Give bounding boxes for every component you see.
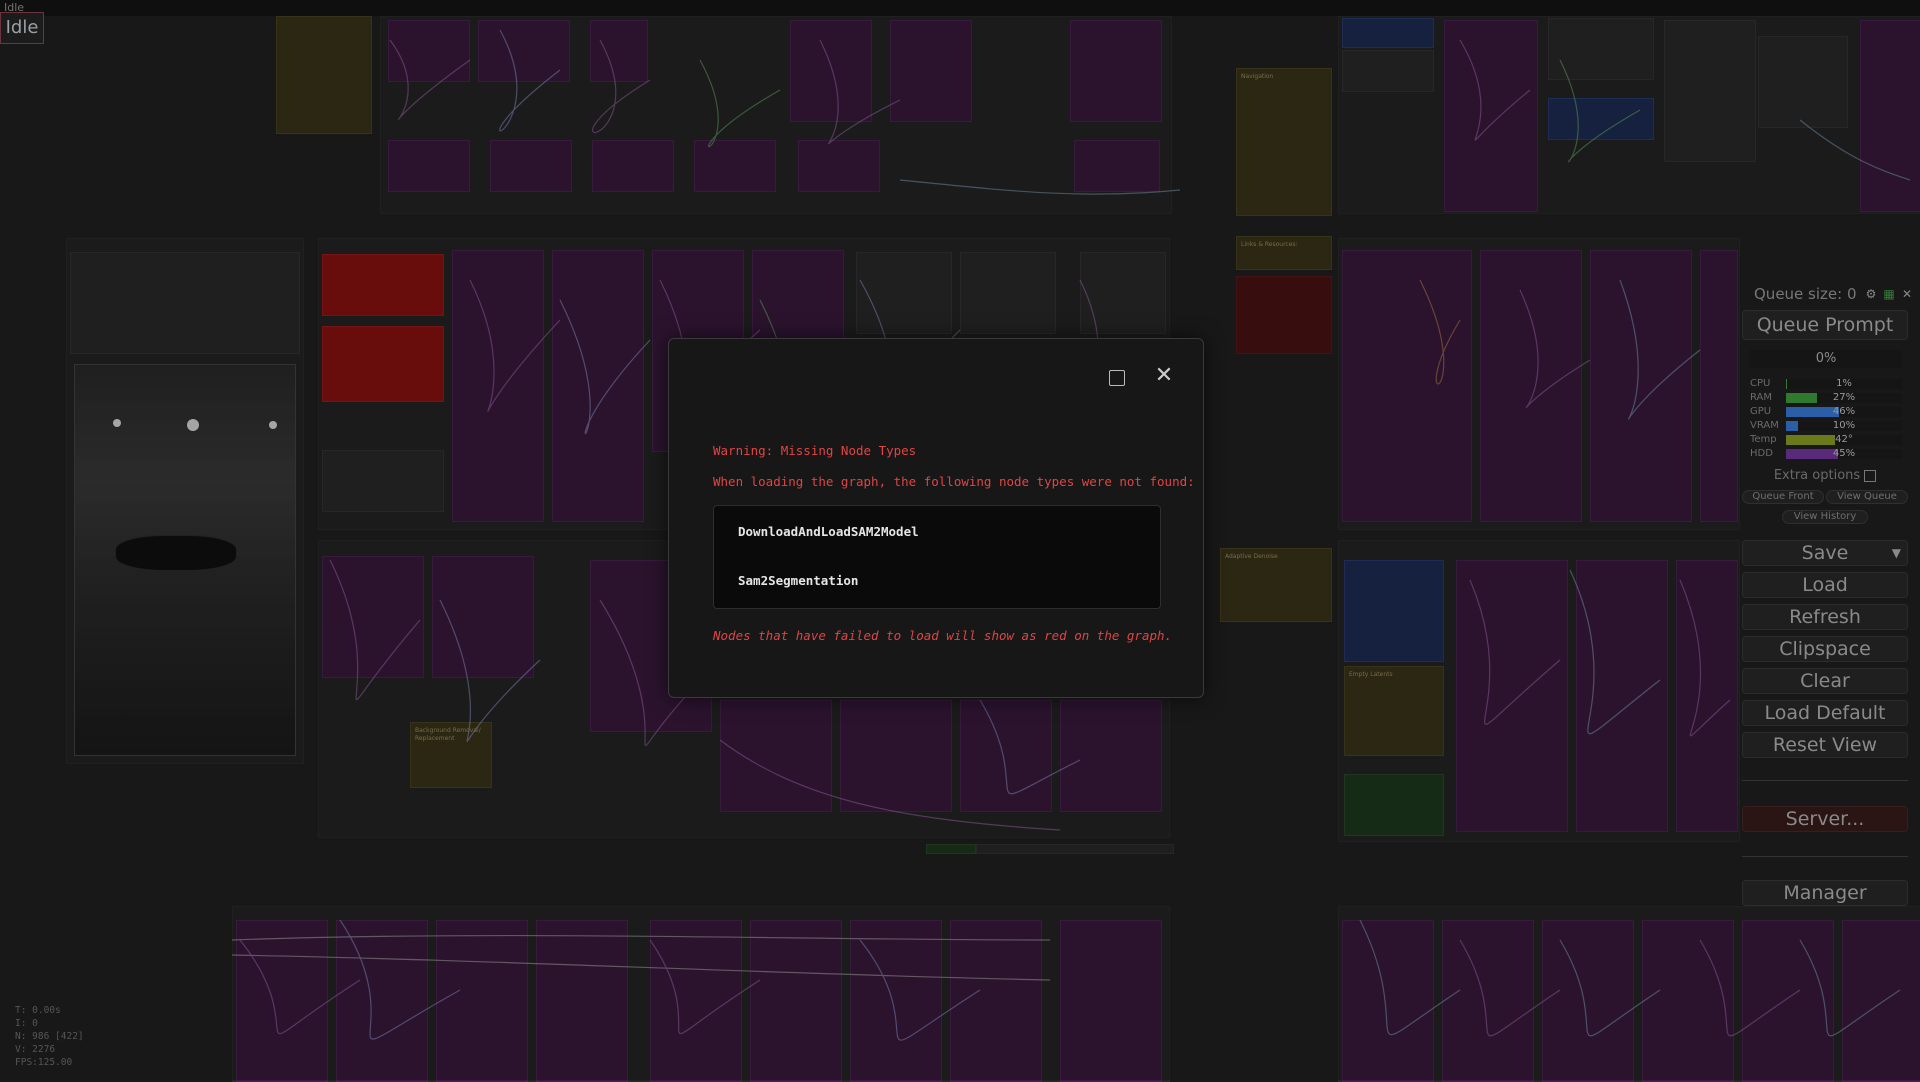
menu-header: Queue size: 0 ⚙ ▦ ✕: [1736, 282, 1914, 306]
stat-label: VRAM: [1750, 420, 1779, 431]
clear-button[interactable]: Clear: [1742, 668, 1908, 694]
stat-value: 1%: [1836, 378, 1852, 389]
load-button[interactable]: Load: [1742, 572, 1908, 598]
dialog-title: Warning: Missing Node Types: [713, 443, 917, 458]
menu-divider: [1742, 856, 1908, 857]
stat-line: I: 0: [15, 1018, 38, 1029]
server-button[interactable]: Server...: [1742, 806, 1908, 832]
save-label: Save: [1801, 542, 1849, 564]
progress-percent: 0%: [1750, 350, 1902, 368]
missing-node-item: DownloadAndLoadSAM2Model: [738, 524, 919, 539]
stat-row-gpu: GPU 46%: [1750, 406, 1902, 418]
queue-size-label: Queue size: 0: [1754, 285, 1857, 303]
save-button[interactable]: Save ▼: [1742, 540, 1908, 566]
manager-button[interactable]: Manager: [1742, 880, 1908, 906]
missing-nodes-dialog: ✕ Warning: Missing Node Types When loadi…: [668, 338, 1204, 698]
stat-value: 42°: [1835, 434, 1853, 445]
queue-prompt-button[interactable]: Queue Prompt: [1742, 310, 1908, 340]
stat-label: Temp: [1750, 434, 1777, 445]
missing-node-item: Sam2Segmentation: [738, 573, 859, 588]
stat-line: FPS:125.00: [15, 1057, 73, 1068]
stat-row-cpu: CPU 1%: [1750, 378, 1902, 390]
menu-divider: [1742, 780, 1908, 781]
refresh-button[interactable]: Refresh: [1742, 604, 1908, 630]
side-menu: Queue size: 0 ⚙ ▦ ✕ Queue Prompt 0% CPU 1…: [1736, 282, 1914, 922]
stat-label: RAM: [1750, 392, 1773, 403]
stat-line: T: 0.00s: [15, 1005, 61, 1016]
clipspace-button[interactable]: Clipspace: [1742, 636, 1908, 662]
expand-icon[interactable]: [1109, 370, 1125, 386]
stat-row-vram: VRAM 10%: [1750, 420, 1902, 432]
stat-value: 46%: [1832, 406, 1856, 417]
load-default-button[interactable]: Load Default: [1742, 700, 1908, 726]
stat-line: N: 986 [422]: [15, 1031, 84, 1042]
stat-label: GPU: [1750, 406, 1772, 417]
reset-view-button[interactable]: Reset View: [1742, 732, 1908, 758]
view-queue-button[interactable]: View Queue: [1826, 490, 1908, 504]
extra-options[interactable]: Extra options: [1742, 468, 1908, 483]
missing-node-list: DownloadAndLoadSAM2Model Sam2Segmentatio…: [713, 505, 1161, 609]
stat-label: HDD: [1750, 448, 1773, 459]
stat-row-temp: Temp 42°: [1750, 434, 1902, 446]
stat-row-hdd: HDD 45%: [1750, 448, 1902, 460]
extra-options-checkbox[interactable]: [1864, 469, 1877, 482]
queue-front-button[interactable]: Queue Front: [1742, 490, 1824, 504]
stat-value: 45%: [1832, 448, 1856, 459]
gear-icon[interactable]: ⚙: [1864, 287, 1878, 301]
extra-options-label: Extra options: [1773, 468, 1861, 483]
close-icon[interactable]: ✕: [1900, 287, 1914, 301]
chart-icon[interactable]: ▦: [1882, 287, 1896, 301]
dialog-footer: Nodes that have failed to load will show…: [713, 628, 1173, 643]
stat-line: V: 2276: [15, 1044, 56, 1055]
stat-label: CPU: [1750, 378, 1771, 389]
close-icon[interactable]: ✕: [1153, 365, 1175, 387]
view-history-button[interactable]: View History: [1782, 510, 1868, 524]
stat-row-ram: RAM 27%: [1750, 392, 1902, 404]
canvas-stats: T: 0.00s I: 0 N: 986 [422] V: 2276 FPS:1…: [15, 1004, 84, 1069]
status-indicator: Idle: [0, 12, 44, 44]
dialog-subtitle: When loading the graph, the following no…: [713, 474, 1195, 489]
stat-value: 10%: [1832, 420, 1856, 431]
chevron-down-icon[interactable]: ▼: [1892, 541, 1901, 565]
stat-value: 27%: [1832, 392, 1856, 403]
